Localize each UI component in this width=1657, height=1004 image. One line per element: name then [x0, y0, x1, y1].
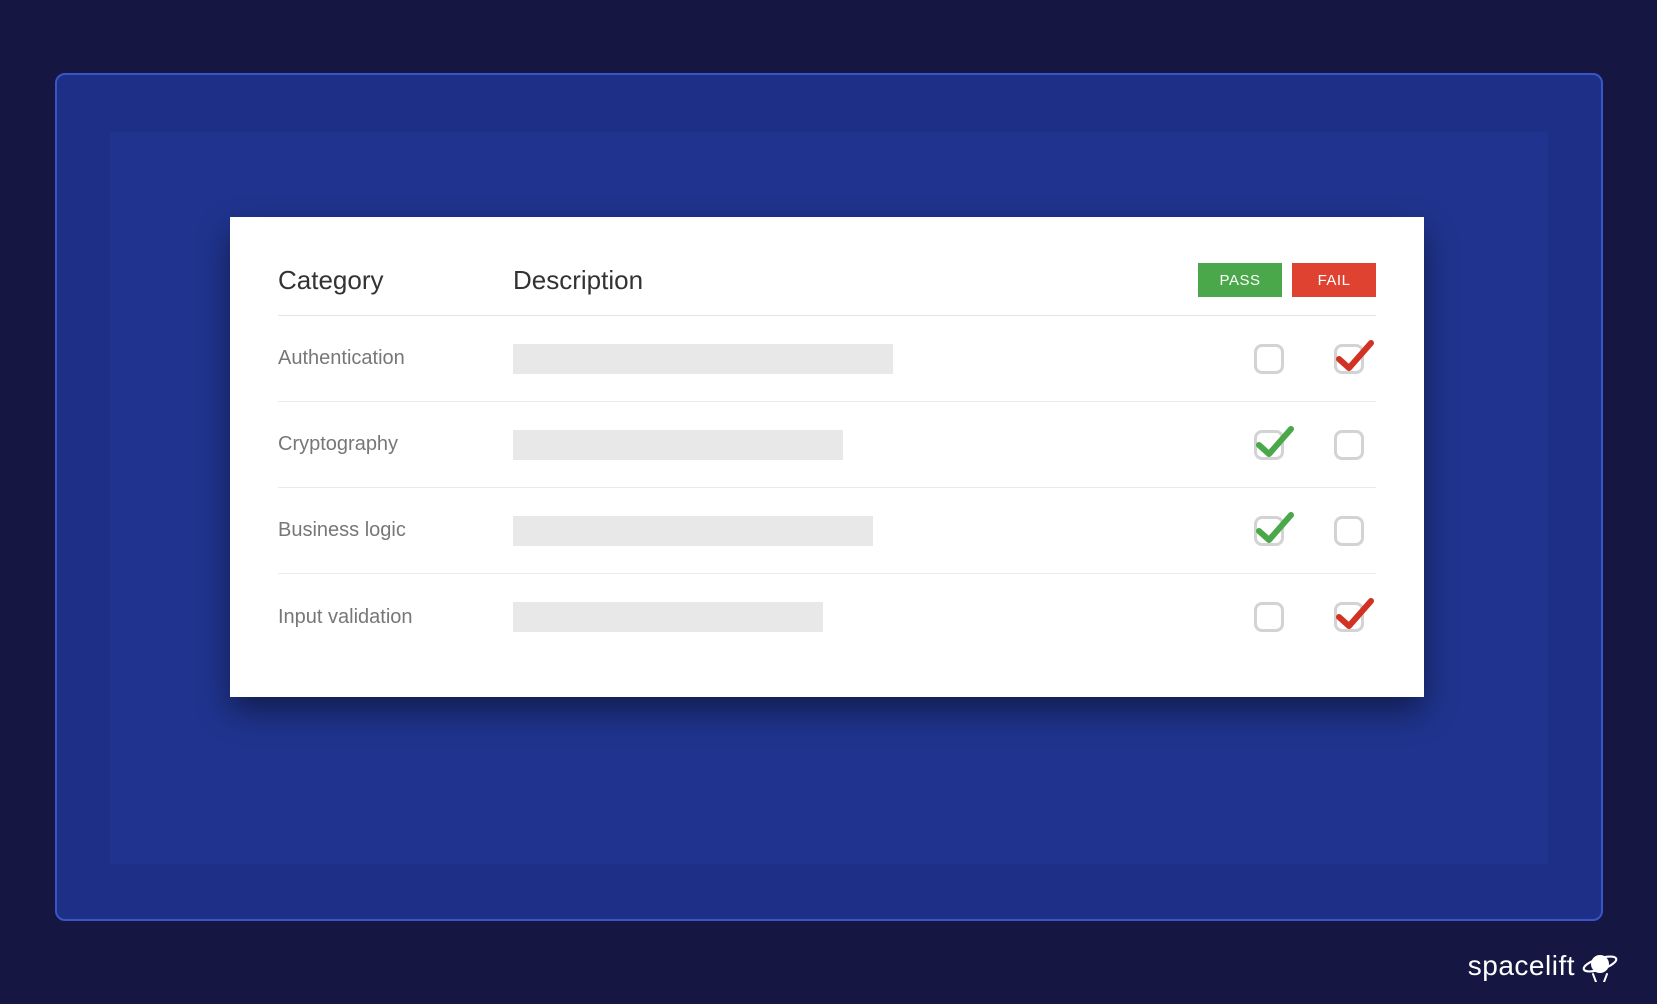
pass-checkbox[interactable] — [1254, 602, 1284, 632]
row-description — [513, 516, 1196, 546]
row-description — [513, 602, 1196, 632]
pass-badge: PASS — [1198, 263, 1282, 297]
row-description — [513, 430, 1196, 460]
header-category: Category — [278, 265, 513, 296]
fail-checkbox[interactable] — [1334, 344, 1364, 374]
header-status: PASS FAIL — [1198, 263, 1376, 297]
header-description: Description — [513, 265, 1198, 296]
row-checks — [1196, 430, 1376, 460]
pass-checkbox[interactable] — [1254, 516, 1284, 546]
row-category: Cryptography — [278, 433, 513, 456]
description-placeholder — [513, 430, 843, 460]
row-category: Business logic — [278, 519, 513, 542]
brand-name: spacelift — [1468, 950, 1575, 982]
fail-checkbox[interactable] — [1334, 430, 1364, 460]
check-icon — [1335, 337, 1375, 377]
check-icon — [1335, 595, 1375, 635]
table-row: Business logic — [278, 488, 1376, 574]
check-icon — [1255, 509, 1295, 549]
fail-badge: FAIL — [1292, 263, 1376, 297]
table-row: Cryptography — [278, 402, 1376, 488]
planet-icon — [1581, 950, 1619, 982]
description-placeholder — [513, 602, 823, 632]
table-row: Authentication — [278, 316, 1376, 402]
row-category: Input validation — [278, 606, 513, 629]
description-placeholder — [513, 344, 893, 374]
row-category: Authentication — [278, 347, 513, 370]
pass-checkbox[interactable] — [1254, 344, 1284, 374]
brand-logo: spacelift — [1468, 950, 1619, 982]
check-icon — [1255, 423, 1295, 463]
checklist-card: Category Description PASS FAIL Authentic… — [230, 217, 1424, 697]
row-checks — [1196, 344, 1376, 374]
fail-checkbox[interactable] — [1334, 516, 1364, 546]
table-row: Input validation — [278, 574, 1376, 660]
rows-container: Authentication Cryptography Business logic… — [278, 316, 1376, 660]
pass-checkbox[interactable] — [1254, 430, 1284, 460]
fail-checkbox[interactable] — [1334, 602, 1364, 632]
header-row: Category Description PASS FAIL — [278, 263, 1376, 316]
row-checks — [1196, 602, 1376, 632]
row-description — [513, 344, 1196, 374]
description-placeholder — [513, 516, 873, 546]
row-checks — [1196, 516, 1376, 546]
